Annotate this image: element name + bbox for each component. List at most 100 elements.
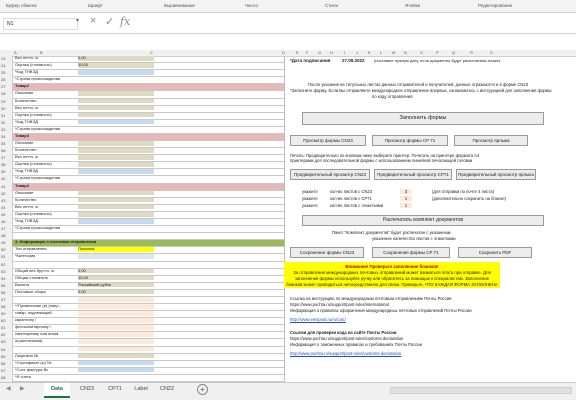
print-docs-button[interactable]: Распечатать комплект документов	[302, 215, 544, 226]
row-value-cell[interactable]	[78, 119, 154, 125]
row-number[interactable]: 64	[1, 347, 5, 352]
row-number[interactable]: 25	[1, 70, 5, 75]
column-label[interactable]: F	[306, 50, 308, 55]
row-value-cell[interactable]	[78, 190, 154, 196]
fill-forms-button[interactable]: Заполнить формы	[302, 112, 544, 125]
row-value-cell[interactable]	[78, 98, 154, 104]
column-label[interactable]: Q	[452, 50, 455, 55]
row-number[interactable]: 62	[1, 332, 5, 337]
count-value[interactable]: 1	[400, 203, 412, 208]
row-value-cell[interactable]	[78, 70, 154, 75]
tab-scroll-right-icon[interactable]: ▶	[20, 385, 25, 392]
row-value-cell[interactable]	[78, 204, 154, 210]
row-value-cell[interactable]	[78, 332, 154, 337]
count-value[interactable]: 1	[400, 196, 412, 201]
row-value-cell[interactable]	[78, 155, 154, 160]
row-value-cell[interactable]	[78, 105, 154, 111]
row-number[interactable]: 26	[1, 77, 5, 82]
row-number[interactable]: 68	[1, 375, 5, 380]
row-value-cell[interactable]	[78, 318, 154, 323]
sheet-tab[interactable]: Label	[128, 383, 154, 396]
row-value-cell[interactable]: 0,00	[78, 268, 154, 274]
row-number[interactable]: 33	[1, 127, 5, 132]
save-cn23-button[interactable]: Сохранение формы CN23	[290, 247, 364, 258]
column-label[interactable]: N	[404, 50, 407, 55]
row-number[interactable]: 31	[1, 113, 5, 118]
preview-label-button[interactable]: Просмотр ярлыка	[454, 135, 528, 146]
name-box[interactable]: N1	[3, 18, 78, 30]
row-number[interactable]: 58	[1, 304, 5, 309]
row-value-cell[interactable]	[78, 77, 154, 82]
column-label[interactable]: I	[344, 50, 345, 55]
row-value-cell[interactable]: Посылка	[78, 247, 154, 252]
row-number[interactable]: 42	[1, 191, 5, 196]
row-value-cell[interactable]	[78, 296, 154, 302]
row-value-cell[interactable]	[78, 339, 154, 345]
row-number[interactable]: 34	[1, 134, 5, 139]
row-value-cell[interactable]	[78, 219, 154, 224]
row-number[interactable]: 29	[1, 99, 5, 104]
row-value-cell[interactable]	[78, 211, 154, 217]
row-value-cell[interactable]	[78, 375, 154, 380]
add-sheet-icon[interactable]: +	[197, 384, 208, 395]
row-value-cell[interactable]	[78, 127, 154, 132]
column-label[interactable]: M	[392, 50, 395, 55]
print-cp71-button[interactable]: Предварительный просмотр CP71	[374, 169, 452, 180]
column-label[interactable]: G	[318, 50, 321, 55]
sheet-tab[interactable]: Data	[44, 383, 70, 398]
worksheet[interactable]: Вес нетто, кг 0,00 Оценка (стоимость) 10,00…	[12, 56, 576, 382]
customs-declaration-link[interactable]: http://www.pochta.ru/support/post-rules/…	[290, 351, 401, 356]
row-value-cell[interactable]	[78, 262, 154, 267]
save-pdf-button[interactable]: Сохранить PDF	[458, 247, 532, 258]
row-number[interactable]: 48	[1, 233, 5, 238]
row-value-cell[interactable]: Российский рубль	[78, 282, 154, 288]
row-number[interactable]: 66	[1, 361, 5, 366]
chevron-down-icon[interactable]: ▾	[76, 17, 79, 24]
row-value-cell[interactable]	[78, 141, 154, 146]
row-value-cell[interactable]	[78, 311, 154, 316]
row-number[interactable]: 53	[1, 269, 5, 274]
row-number[interactable]: 44	[1, 205, 5, 210]
row-number[interactable]: 37	[1, 155, 5, 160]
row-number[interactable]: 23	[1, 56, 5, 61]
column-label[interactable]: H	[330, 50, 333, 55]
emspost-calc-link[interactable]: http://www.emspost.ru/ru/calc/	[290, 317, 346, 322]
column-label[interactable]: K	[368, 50, 371, 55]
row-number[interactable]: 39	[1, 169, 5, 174]
column-label[interactable]: P	[436, 50, 439, 55]
row-value-cell[interactable]: 0,00	[78, 289, 154, 295]
row-number[interactable]: 49	[1, 240, 5, 245]
row-number[interactable]: 38	[1, 162, 5, 167]
column-label[interactable]: D	[282, 50, 285, 55]
row-number[interactable]: 32	[1, 120, 5, 125]
column-label[interactable]: B	[40, 50, 43, 55]
row-number[interactable]: 28	[1, 91, 5, 96]
row-number[interactable]: 46	[1, 219, 5, 224]
row-value-cell[interactable]	[78, 91, 154, 97]
row-number[interactable]: 57	[1, 297, 5, 302]
preview-cn23-button[interactable]: Просмотр формы CN23	[290, 135, 366, 146]
row-value-cell[interactable]	[78, 304, 154, 309]
row-value-cell[interactable]	[78, 184, 154, 189]
row-number[interactable]: 27	[1, 84, 5, 89]
row-number[interactable]: 24	[1, 63, 5, 68]
row-number[interactable]: 56	[1, 290, 5, 295]
column-label[interactable]: R	[470, 50, 473, 55]
row-value-cell[interactable]	[78, 197, 154, 203]
row-number[interactable]: 55	[1, 283, 5, 288]
preview-cp71-button[interactable]: Просмотр формы CP 71	[372, 135, 448, 146]
row-number[interactable]: 67	[1, 368, 5, 373]
column-label[interactable]: L	[380, 50, 382, 55]
sheet-tab[interactable]: CP71	[102, 383, 128, 396]
row-number[interactable]: 40	[1, 176, 5, 181]
row-value-cell[interactable]	[78, 148, 154, 153]
horizontal-scrollbar[interactable]	[390, 387, 572, 394]
row-number[interactable]: 30	[1, 106, 5, 111]
sheet-tab[interactable]: CN23	[74, 383, 100, 396]
row-value-cell[interactable]	[78, 233, 154, 238]
row-number[interactable]: 63	[1, 339, 5, 344]
count-value[interactable]: 3	[400, 189, 412, 194]
row-value-cell[interactable]	[78, 360, 154, 366]
row-number[interactable]: 59	[1, 311, 5, 316]
row-value-cell[interactable]	[78, 325, 154, 330]
